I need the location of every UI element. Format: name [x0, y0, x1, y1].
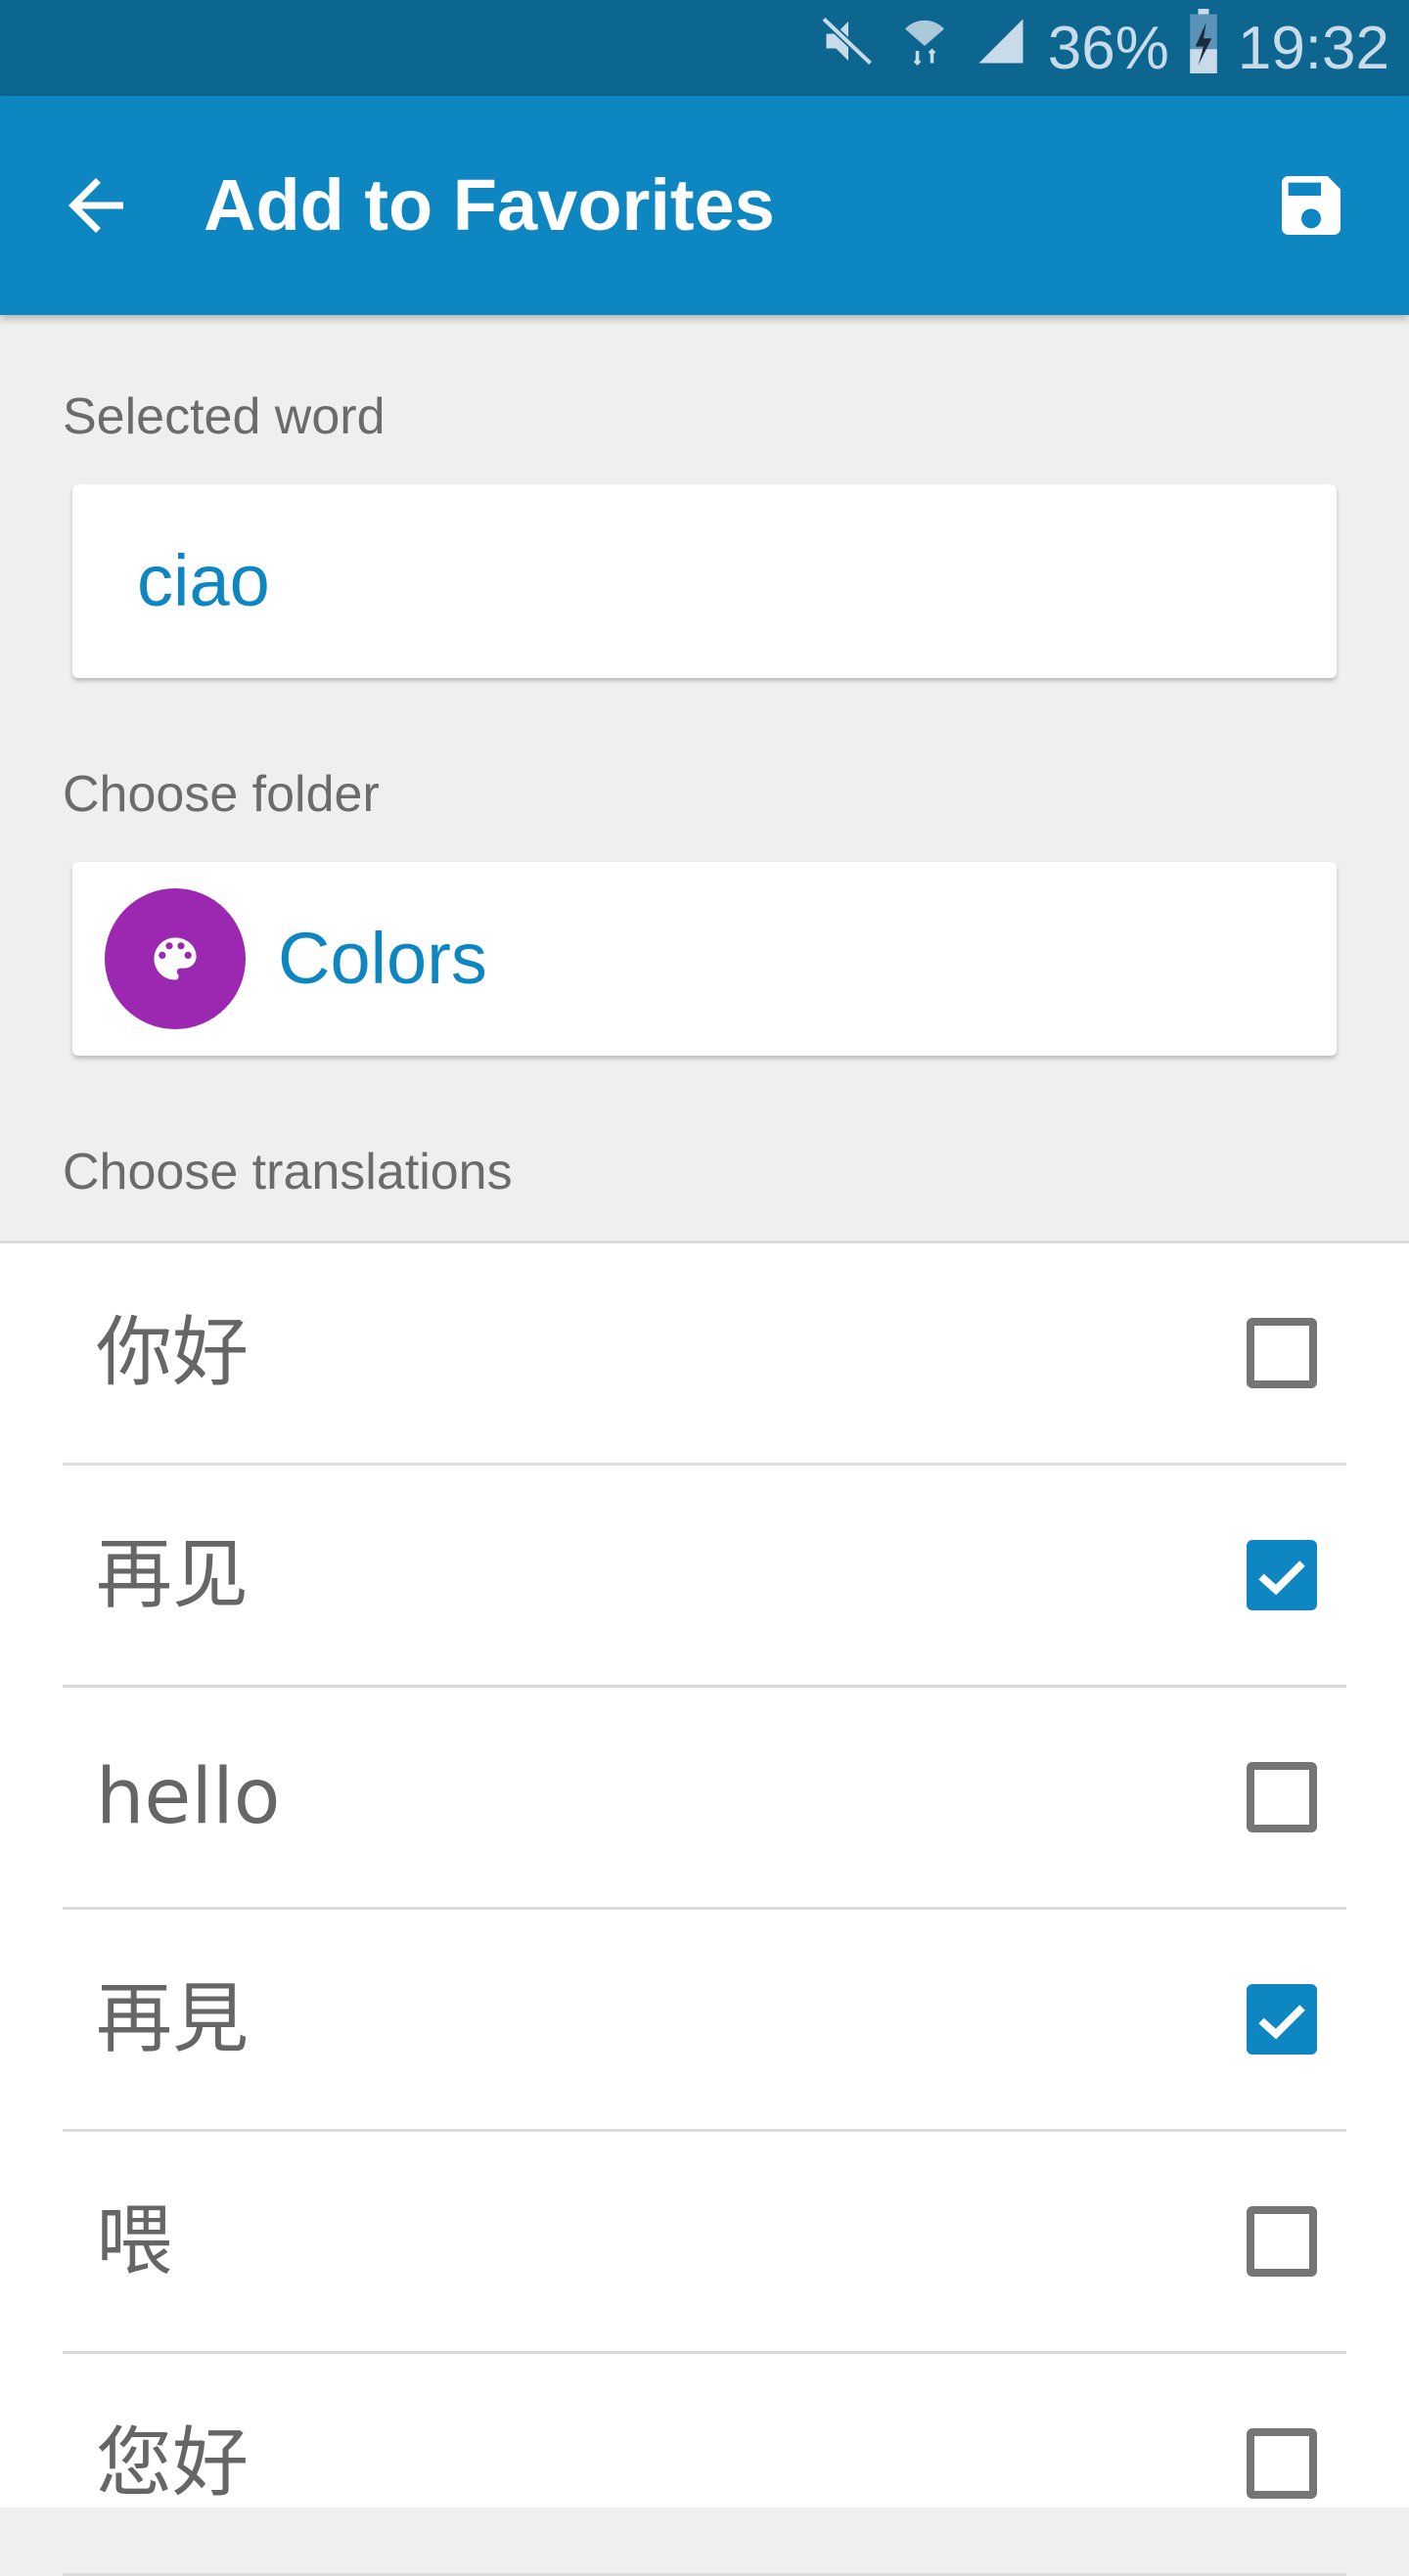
selected-word-value: ciao — [137, 540, 270, 621]
translation-text: 你好 — [96, 1309, 250, 1397]
checkbox-unchecked[interactable] — [1247, 1762, 1317, 1832]
page-title: Add to Favorites — [204, 164, 775, 246]
choose-folder-label: Choose folder — [63, 766, 380, 823]
signal-icon — [972, 12, 1030, 85]
translation-row[interactable]: 再见 — [63, 1466, 1346, 1688]
checkbox-unchecked[interactable] — [1247, 1318, 1317, 1388]
floppy-save-icon — [1282, 176, 1341, 235]
palette-icon — [154, 937, 197, 980]
battery-percent: 36% — [1047, 14, 1169, 82]
checkbox-checked[interactable] — [1247, 1984, 1317, 2055]
status-bar: 36% 19:32 — [0, 0, 1409, 96]
checkmark-icon — [1258, 2005, 1305, 2040]
translation-row[interactable]: 喂 — [63, 2132, 1346, 2354]
translation-text: 您好 — [96, 2419, 250, 2508]
folder-avatar — [105, 888, 246, 1029]
checkbox-unchecked[interactable] — [1247, 2206, 1317, 2277]
translation-row[interactable]: 再見 — [63, 1910, 1346, 2132]
wifi-icon — [895, 12, 954, 85]
checkbox-unchecked[interactable] — [1247, 2428, 1317, 2499]
battery-charging-icon — [1187, 8, 1220, 88]
translation-text: 喂 — [96, 2197, 173, 2285]
selected-word-field[interactable]: ciao — [72, 484, 1337, 678]
choose-translations-label: Choose translations — [63, 1144, 513, 1200]
translations-list: 你好 再见 hello 再見 喂 您好 — [0, 1241, 1409, 2576]
translation-row[interactable]: 您好 — [63, 2354, 1346, 2576]
translation-text: hello — [96, 1753, 281, 1841]
app-bar: Add to Favorites — [0, 96, 1409, 315]
translation-text: 再見 — [96, 1975, 250, 2063]
selected-word-label: Selected word — [63, 388, 386, 445]
translation-row[interactable]: 你好 — [63, 1243, 1346, 1466]
mute-icon — [819, 12, 878, 85]
back-button[interactable] — [55, 164, 137, 247]
arrow-left-icon — [68, 178, 123, 233]
folder-selector[interactable]: Colors — [72, 862, 1337, 1056]
checkmark-icon — [1258, 1560, 1305, 1596]
translation-row[interactable]: hello — [63, 1688, 1346, 1910]
translation-text: 再见 — [96, 1531, 250, 1619]
clock: 19:32 — [1237, 14, 1389, 82]
checkbox-checked[interactable] — [1247, 1540, 1317, 1610]
save-button[interactable] — [1272, 166, 1350, 245]
folder-name: Colors — [278, 918, 487, 999]
